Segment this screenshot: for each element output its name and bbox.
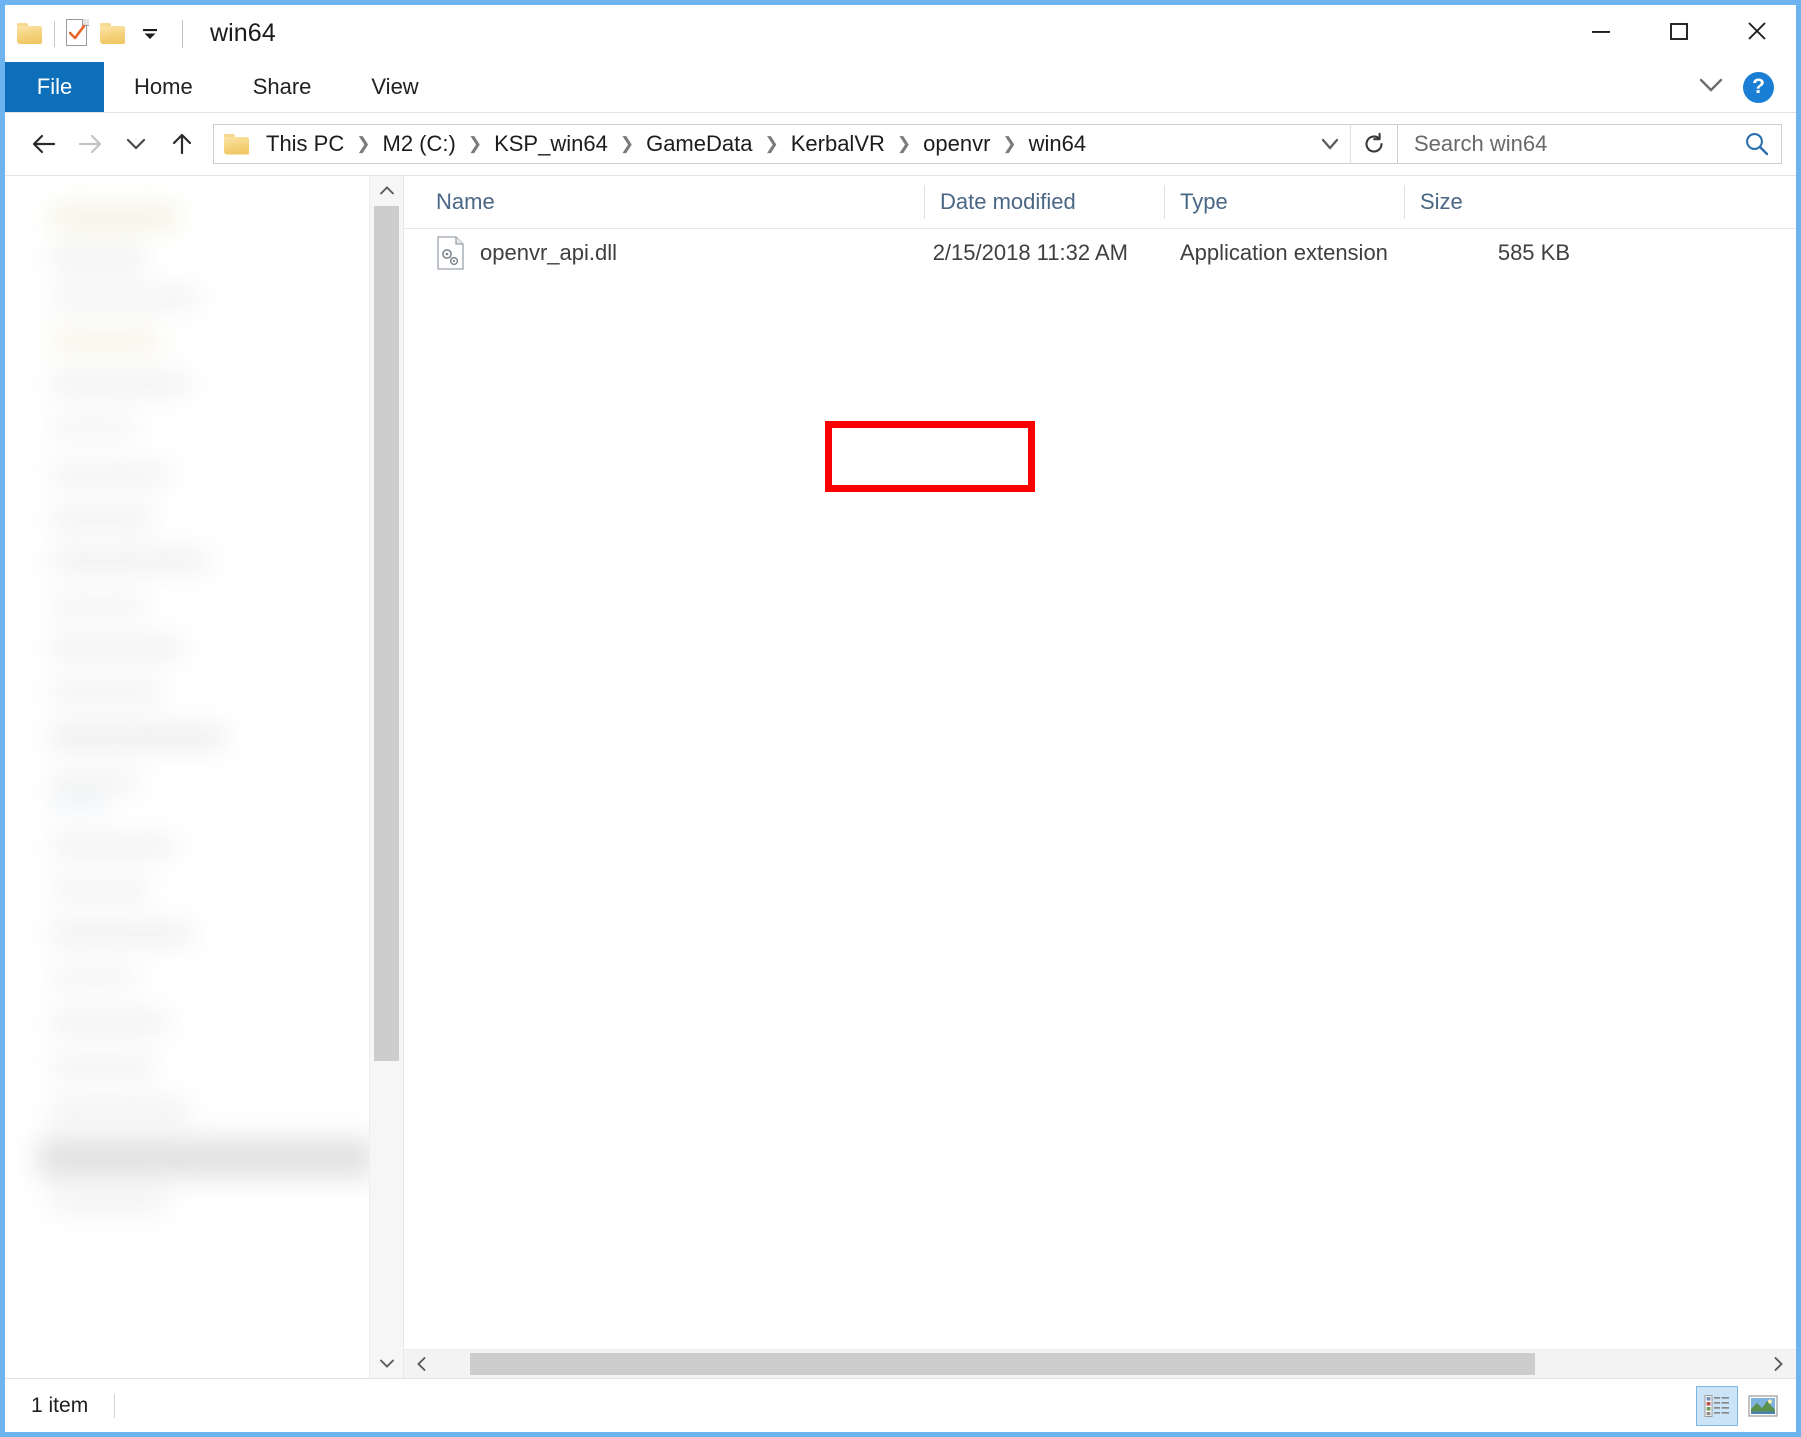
search-input[interactable]: [1398, 130, 1716, 158]
chevron-left-icon: [417, 1357, 426, 1371]
breadcrumb-bar[interactable]: This PC ❯ M2 (C:) ❯ KSP_win64 ❯ GameData…: [213, 124, 1398, 164]
chevron-down-icon: [1699, 78, 1723, 92]
breadcrumb: This PC ❯ M2 (C:) ❯ KSP_win64 ❯ GameData…: [258, 128, 1310, 160]
file-rows: openvr_api.dll 2/15/2018 11:32 AM Applic…: [404, 229, 1796, 1349]
dll-file-icon: [436, 236, 466, 270]
scrollbar-thumb-horizontal[interactable]: [470, 1353, 1535, 1375]
forward-button[interactable]: [67, 122, 113, 166]
ribbon-controls: ?: [1695, 62, 1788, 112]
ribbon-tab-bar: File Home Share View ?: [5, 62, 1796, 113]
arrow-right-icon: [78, 134, 102, 154]
properties-icon[interactable]: [66, 19, 89, 48]
new-folder-icon[interactable]: [100, 23, 126, 44]
maximize-icon: [1670, 23, 1688, 40]
scrollbar-track-horizontal[interactable]: [440, 1350, 1760, 1378]
quick-access-divider: [54, 20, 55, 47]
close-icon: [1748, 22, 1766, 40]
status-divider: [114, 1393, 116, 1418]
chevron-up-icon: [379, 186, 394, 195]
address-bar: This PC ❯ M2 (C:) ❯ KSP_win64 ❯ GameData…: [5, 113, 1796, 175]
explorer-folder-icon[interactable]: [17, 23, 43, 44]
window-controls: [1562, 5, 1796, 57]
breadcrumb-item-ksp-win64[interactable]: KSP_win64: [486, 128, 616, 160]
navigation-pane[interactable]: [5, 176, 404, 1378]
item-count-label: 1 item: [31, 1393, 89, 1417]
tab-share[interactable]: Share: [223, 62, 342, 112]
breadcrumb-item-gamedata[interactable]: GameData: [638, 128, 760, 160]
breadcrumb-item-m2-c[interactable]: M2 (C:): [375, 128, 464, 160]
title-bar: win64: [5, 5, 1796, 62]
arrow-up-icon: [172, 133, 192, 155]
arrow-left-icon: [32, 134, 56, 154]
tab-file[interactable]: File: [5, 62, 104, 112]
recent-locations-button[interactable]: [113, 122, 159, 166]
column-header-row: Name Date modified Type Size: [404, 176, 1796, 229]
navigation-tree-blurred: [38, 196, 378, 1236]
minimize-icon: [1592, 31, 1610, 33]
refresh-button[interactable]: [1350, 125, 1397, 163]
chevron-down-icon[interactable]: [139, 23, 161, 45]
column-header-type[interactable]: Type: [1164, 176, 1404, 228]
quick-access-toolbar: win64: [5, 19, 276, 48]
file-name-label: openvr_api.dll: [480, 240, 617, 265]
back-button[interactable]: [21, 122, 67, 166]
breadcrumb-item-win64[interactable]: win64: [1021, 128, 1094, 160]
search-icon[interactable]: [1733, 125, 1781, 163]
explorer-content: Name Date modified Type Size openvr_api.…: [5, 175, 1796, 1378]
breadcrumb-separator[interactable]: ❯: [998, 134, 1020, 154]
help-button[interactable]: ?: [1743, 71, 1774, 103]
file-list-pane: Name Date modified Type Size openvr_api.…: [404, 176, 1796, 1378]
title-divider: [182, 19, 183, 48]
breadcrumb-item-kerbalvr[interactable]: KerbalVR: [783, 128, 893, 160]
tab-view[interactable]: View: [341, 62, 448, 112]
file-date-modified: 2/15/2018 11:32 AM: [932, 240, 1128, 265]
details-view-icon: [1704, 1394, 1729, 1417]
previous-locations-button[interactable]: [1310, 125, 1350, 163]
scroll-up-button[interactable]: [370, 176, 403, 206]
view-toggle-group: [1696, 1385, 1784, 1426]
chevron-right-icon: [1774, 1357, 1783, 1371]
window-title: win64: [210, 19, 276, 47]
large-icons-view-icon: [1748, 1394, 1778, 1417]
file-name-cell[interactable]: openvr_api.dll: [404, 236, 924, 270]
breadcrumb-item-openvr[interactable]: openvr: [915, 128, 998, 160]
navigation-pane-scrollbar[interactable]: [369, 176, 403, 1378]
table-row[interactable]: openvr_api.dll 2/15/2018 11:32 AM Applic…: [404, 229, 1796, 277]
highlight-annotation-box: [825, 421, 1035, 492]
breadcrumb-separator[interactable]: ❯: [352, 134, 374, 154]
scrollbar-thumb-vertical[interactable]: [374, 206, 399, 1061]
breadcrumb-separator[interactable]: ❯: [760, 134, 782, 154]
minimize-button[interactable]: [1562, 5, 1640, 57]
breadcrumb-separator[interactable]: ❯: [893, 134, 915, 154]
refresh-icon: [1365, 132, 1383, 153]
file-explorer-window: win64 File Home Share View ? This PC ❯ M…: [0, 0, 1801, 1437]
file-type: Application extension: [1180, 240, 1388, 265]
file-size: 585 KB: [1497, 240, 1570, 265]
maximize-button[interactable]: [1640, 5, 1718, 57]
chevron-down-icon: [1321, 138, 1339, 150]
breadcrumb-separator[interactable]: ❯: [616, 134, 638, 154]
orange-check-glyph: [69, 24, 85, 40]
expand-ribbon-button[interactable]: [1695, 74, 1727, 101]
breadcrumb-folder-icon: [224, 133, 250, 155]
up-button[interactable]: [159, 122, 205, 166]
file-list-horizontal-scrollbar[interactable]: [404, 1349, 1796, 1378]
column-header-size[interactable]: Size: [1404, 176, 1604, 228]
large-icons-view-button[interactable]: [1742, 1386, 1784, 1426]
column-header-date-modified[interactable]: Date modified: [924, 176, 1164, 228]
search-box[interactable]: [1398, 124, 1782, 164]
status-bar: 1 item: [5, 1378, 1796, 1432]
details-view-button[interactable]: [1696, 1385, 1738, 1426]
scroll-right-button[interactable]: [1760, 1350, 1796, 1378]
breadcrumb-separator[interactable]: ❯: [464, 134, 486, 154]
tab-home[interactable]: Home: [104, 62, 223, 112]
chevron-down-icon: [126, 138, 146, 150]
breadcrumb-item-this-pc[interactable]: This PC: [258, 128, 352, 160]
close-button[interactable]: [1718, 5, 1796, 57]
column-header-name[interactable]: Name: [404, 176, 924, 228]
scroll-down-button[interactable]: [370, 1348, 403, 1378]
chevron-down-icon: [379, 1359, 394, 1368]
scroll-left-button[interactable]: [404, 1350, 440, 1378]
